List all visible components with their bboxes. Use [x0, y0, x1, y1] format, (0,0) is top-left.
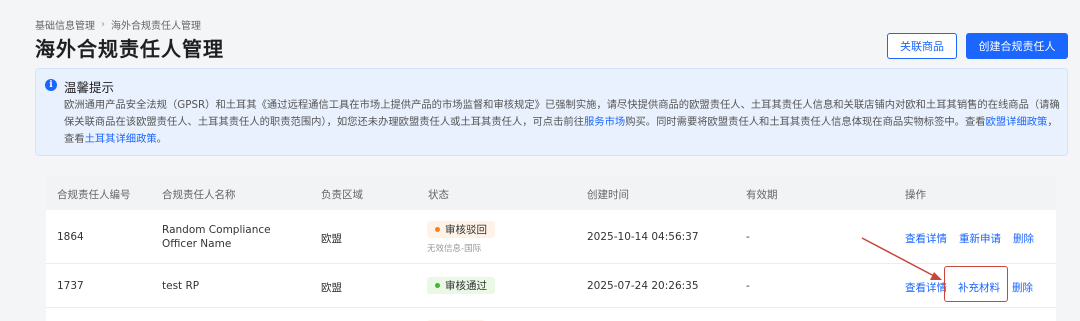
status-badge: 审核通过 — [427, 277, 495, 294]
cell-region: 欧盟 — [321, 282, 342, 294]
view-details-link[interactable]: 查看详情 — [905, 231, 947, 246]
notice-title: 温馨提示 — [64, 80, 115, 95]
view-details-link[interactable]: 查看详情 — [905, 280, 947, 295]
notice-banner: i 温馨提示 欧洲通用产品安全法规（GPSR）和土耳其《通过远程通信工具在市场上… — [35, 68, 1068, 156]
status-badge: 审核驳回 — [427, 221, 495, 238]
delete-link[interactable]: 删除 — [1012, 280, 1033, 295]
annotation-highlight-box — [944, 266, 1008, 302]
delete-link[interactable]: 删除 — [1013, 231, 1034, 246]
link-products-button[interactable]: 关联商品 — [887, 33, 957, 59]
breadcrumb: 基础信息管理 › 海外合规责任人管理 — [35, 17, 201, 32]
table-row: 1864 Random Compliance Officer Name 欧盟 审… — [46, 210, 1056, 264]
cell-validity: - — [746, 231, 750, 243]
header-region: 负责区域 — [321, 189, 363, 201]
table-row — [46, 308, 1056, 321]
status-note: 无效信息-国际 — [427, 244, 482, 254]
cell-created: 2025-10-14 04:56:37 — [587, 231, 699, 243]
status-dot-icon — [435, 283, 440, 288]
page-title: 海外合规责任人管理 — [35, 37, 224, 61]
status-dot-icon — [435, 227, 440, 232]
create-rp-button[interactable]: 创建合规责任人 — [966, 33, 1068, 59]
header-id: 合规责任人编号 — [57, 189, 131, 201]
cell-id: 1864 — [57, 231, 84, 243]
notice-body: 欧洲通用产品安全法规（GPSR）和土耳其《通过远程通信工具在市场上提供产品的市场… — [64, 97, 1064, 148]
notice-text-4: 。 — [156, 133, 167, 145]
header-created: 创建时间 — [587, 189, 629, 201]
table-row: 1737 test RP 欧盟 审核通过 2025-07-24 20:26:35… — [46, 264, 1056, 308]
breadcrumb-item-current: 海外合规责任人管理 — [111, 21, 201, 32]
info-icon: i — [45, 79, 57, 91]
cell-created: 2025-07-24 20:26:35 — [587, 280, 699, 292]
table-header: 合规责任人编号 合规责任人名称 负责区域 状态 创建时间 有效期 操作 — [46, 177, 1056, 210]
cell-validity: - — [746, 280, 750, 292]
breadcrumb-separator: › — [101, 19, 105, 30]
cell-name: Random Compliance Officer Name — [162, 224, 271, 250]
header-actions: 操作 — [905, 189, 926, 201]
status-text: 审核通过 — [445, 280, 487, 292]
header-validity: 有效期 — [746, 189, 778, 201]
reapply-link[interactable]: 重新申请 — [959, 231, 1001, 246]
status-text: 审核驳回 — [445, 224, 487, 236]
header-status: 状态 — [428, 189, 449, 201]
cell-id: 1737 — [57, 280, 84, 292]
cell-region: 欧盟 — [321, 233, 342, 245]
tr-policy-link[interactable]: 土耳其详细政策 — [85, 133, 157, 145]
cell-name: test RP — [162, 280, 200, 292]
eu-policy-link[interactable]: 欧盟详细政策 — [986, 116, 1048, 128]
notice-text-2: 购买。同时需要将欧盟责任人和土耳其责任人信息体现在商品实物标签中。查看 — [625, 116, 986, 128]
service-market-link[interactable]: 服务市场 — [584, 116, 625, 128]
header-name: 合规责任人名称 — [162, 189, 236, 201]
breadcrumb-item-basic-info[interactable]: 基础信息管理 — [35, 17, 95, 32]
